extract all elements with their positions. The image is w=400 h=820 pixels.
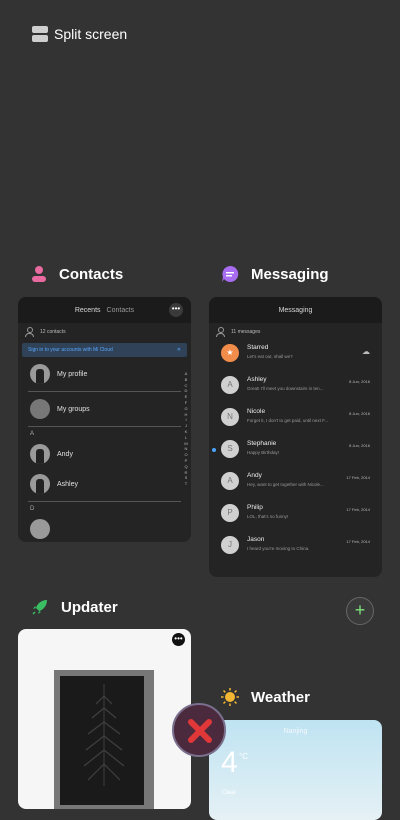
weather-app-header[interactable]: Weather — [221, 688, 310, 706]
message-date: 17 Feb, 2014 — [346, 475, 370, 480]
message-date: 8 Jun, 2016 — [349, 443, 370, 448]
messaging-app-card[interactable]: Messaging 11 messages ★ Starred Let's eat … — [209, 297, 382, 577]
message-preview: Let's eat out, shall we? — [247, 354, 293, 359]
my-groups-row[interactable]: My groups — [18, 394, 191, 424]
messaging-titlebar: Messaging — [209, 297, 382, 323]
avatar: A — [221, 472, 239, 490]
index-letter[interactable]: T — [183, 481, 189, 487]
split-screen-label: Split screen — [54, 26, 128, 42]
tab-contacts[interactable]: Contacts — [107, 307, 135, 314]
messaging-title: Messaging — [278, 306, 313, 314]
alphabet-index[interactable]: ABCDEFGHIJKLMNOPQRST — [183, 371, 189, 487]
message-list: ★ Starred Let's eat out, shall we? ☁ A Ashley… — [209, 341, 382, 565]
my-profile-row[interactable]: My profile — [18, 359, 191, 389]
message-date: 17 Feb, 2014 — [346, 539, 370, 544]
sun-icon — [221, 688, 239, 706]
divider — [28, 391, 181, 392]
more-icon[interactable]: ••• — [169, 303, 183, 317]
contacts-app-card[interactable]: Recents Contacts ••• 12 contacts Sign in… — [18, 297, 191, 542]
divider — [28, 426, 181, 427]
add-button[interactable]: + — [346, 597, 374, 625]
message-date: 8 Jun, 2016 — [349, 411, 370, 416]
person-icon — [215, 327, 225, 337]
avatar: P — [221, 504, 239, 522]
tab-recents[interactable]: Recents — [75, 307, 101, 314]
split-screen-icon — [32, 26, 48, 42]
contact-name: My groups — [57, 405, 90, 413]
messages-count: 11 messages — [231, 329, 261, 335]
divider — [28, 501, 181, 502]
temperature: 4 — [221, 746, 238, 779]
weather-app-name: Weather — [251, 688, 310, 706]
sender-name: Starred — [247, 344, 269, 351]
message-body: Starred Let's eat out, shall we? — [247, 344, 374, 359]
contacts-app-header[interactable]: Contacts — [31, 265, 123, 283]
fern-illustration-icon — [83, 684, 125, 786]
mi-cloud-banner[interactable]: Sign in to your accounts with Mi Cloud ✕ — [22, 343, 187, 357]
messaging-app-name: Messaging — [251, 265, 329, 283]
fern-image — [54, 670, 154, 809]
section-header: A — [30, 431, 35, 437]
updater-app-name: Updater — [61, 598, 118, 616]
avatar — [30, 519, 50, 539]
unread-dot — [212, 448, 216, 452]
updater-app-card[interactable]: ••• — [18, 629, 191, 809]
message-preview: Forget it, I don't to get paid, until ne… — [247, 418, 329, 423]
message-row[interactable]: ★ Starred Let's eat out, shall we? ☁ — [209, 341, 382, 373]
message-row[interactable]: A Andy Hey, want to get together with Nico… — [209, 469, 382, 501]
weather-app-card[interactable]: Nanjing 4 °C Clear — [209, 720, 382, 820]
weather-condition: Clear — [222, 790, 237, 796]
banner-text: Sign in to your accounts with Mi Cloud — [28, 347, 113, 353]
close-icon[interactable]: ✕ — [177, 347, 181, 353]
city-name: Nanjing — [283, 728, 308, 735]
message-preview: LOL, that's so funny! — [247, 514, 289, 519]
messages-count-row: 11 messages — [209, 323, 382, 341]
message-preview: Hey, want to get together with Nicole... — [247, 482, 324, 487]
message-preview: I heard you're moving to China. — [247, 546, 310, 551]
avatar: N — [221, 408, 239, 426]
message-row[interactable]: N Nicole Forget it, I don't to get paid, u… — [209, 405, 382, 437]
contacts-icon — [32, 266, 46, 282]
clear-all-button[interactable] — [172, 703, 226, 757]
avatar: J — [221, 536, 239, 554]
more-icon[interactable]: ••• — [172, 633, 185, 646]
message-preview: Happy Birthday! — [247, 450, 280, 455]
messaging-app-header[interactable]: Messaging — [221, 265, 329, 283]
contacts-count: 12 contacts — [40, 329, 66, 335]
contact-name: My profile — [57, 370, 88, 378]
message-row[interactable]: A Ashley Great! I'll meet you downstairs i… — [209, 373, 382, 405]
contact-name: Ashley — [57, 480, 79, 488]
person-icon — [24, 327, 34, 337]
list-item[interactable]: Andy — [18, 439, 191, 469]
rocket-icon — [32, 600, 47, 615]
temperature-unit: °C — [239, 752, 248, 761]
groups-icon — [30, 399, 50, 419]
contacts-app-name: Contacts — [59, 265, 124, 283]
avatar: A — [221, 376, 239, 394]
updater-app-header[interactable]: Updater — [31, 598, 118, 616]
list-item[interactable]: Ashley — [18, 469, 191, 499]
close-icon — [188, 719, 212, 743]
contact-name: Andy — [57, 450, 73, 458]
contacts-tabbar: Recents Contacts ••• — [18, 297, 191, 323]
cloud-icon: ☁ — [362, 347, 370, 356]
message-row[interactable]: J Jason I heard you're moving to China. 17 … — [209, 533, 382, 565]
message-row[interactable]: P Philip LOL, that's so funny! 17 Feb, 2014 — [209, 501, 382, 533]
section-header: D — [30, 506, 35, 512]
contacts-count-row: 12 contacts — [18, 323, 191, 341]
message-date: 8 Jun, 2016 — [349, 379, 370, 384]
starred-icon: ★ — [221, 344, 239, 362]
message-date: 17 Feb, 2014 — [346, 507, 370, 512]
avatar — [30, 444, 50, 464]
avatar — [30, 364, 50, 384]
list-item[interactable] — [18, 514, 191, 542]
message-row[interactable]: S Stephanie Happy Birthday! 8 Jun, 2016 — [209, 437, 382, 469]
avatar — [30, 474, 50, 494]
split-screen-button[interactable]: Split screen — [32, 26, 127, 42]
messaging-icon — [222, 265, 239, 282]
avatar: S — [221, 440, 239, 458]
message-preview: Great! I'll meet you downstairs in ten..… — [247, 386, 324, 391]
